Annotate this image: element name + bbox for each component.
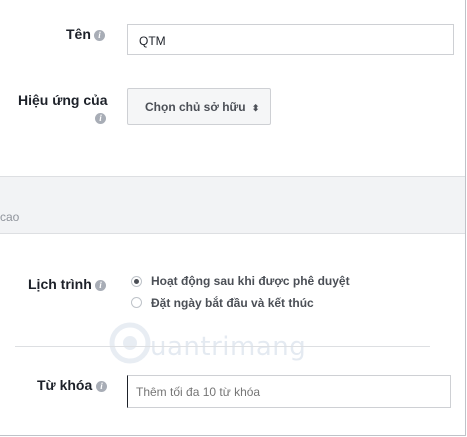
choose-owner-label: Chọn chủ sở hữu: [145, 100, 246, 114]
section-divider-band: [0, 176, 465, 234]
radio-after-approval[interactable]: [131, 276, 142, 287]
info-icon[interactable]: i: [94, 30, 105, 41]
info-icon[interactable]: i: [95, 280, 106, 291]
radio-start-end-date[interactable]: [131, 297, 142, 308]
info-icon[interactable]: i: [96, 381, 107, 392]
option-start-end-date-label[interactable]: Đặt ngày bắt đầu và kết thúc: [151, 296, 314, 310]
name-input[interactable]: QTM: [127, 24, 454, 55]
keywords-input[interactable]: [127, 375, 451, 408]
name-label: Tên: [66, 26, 91, 42]
row-divider: [15, 346, 430, 347]
keywords-label: Từ khóa: [37, 377, 93, 393]
choose-owner-button[interactable]: Chọn chủ sở hữu ⬍: [127, 88, 271, 125]
sort-chevron-icon: ⬍: [251, 103, 260, 113]
watermark-text: uantrimang: [150, 332, 307, 362]
info-icon[interactable]: i: [95, 113, 106, 124]
option-after-approval-label[interactable]: Hoạt động sau khi được phê duyệt: [151, 274, 350, 288]
name-input-value: QTM: [139, 34, 166, 48]
effect-label: Hiệu ứng của: [18, 92, 108, 108]
schedule-label: Lịch trình: [28, 276, 92, 292]
advanced-section-label[interactable]: cao: [0, 210, 19, 224]
